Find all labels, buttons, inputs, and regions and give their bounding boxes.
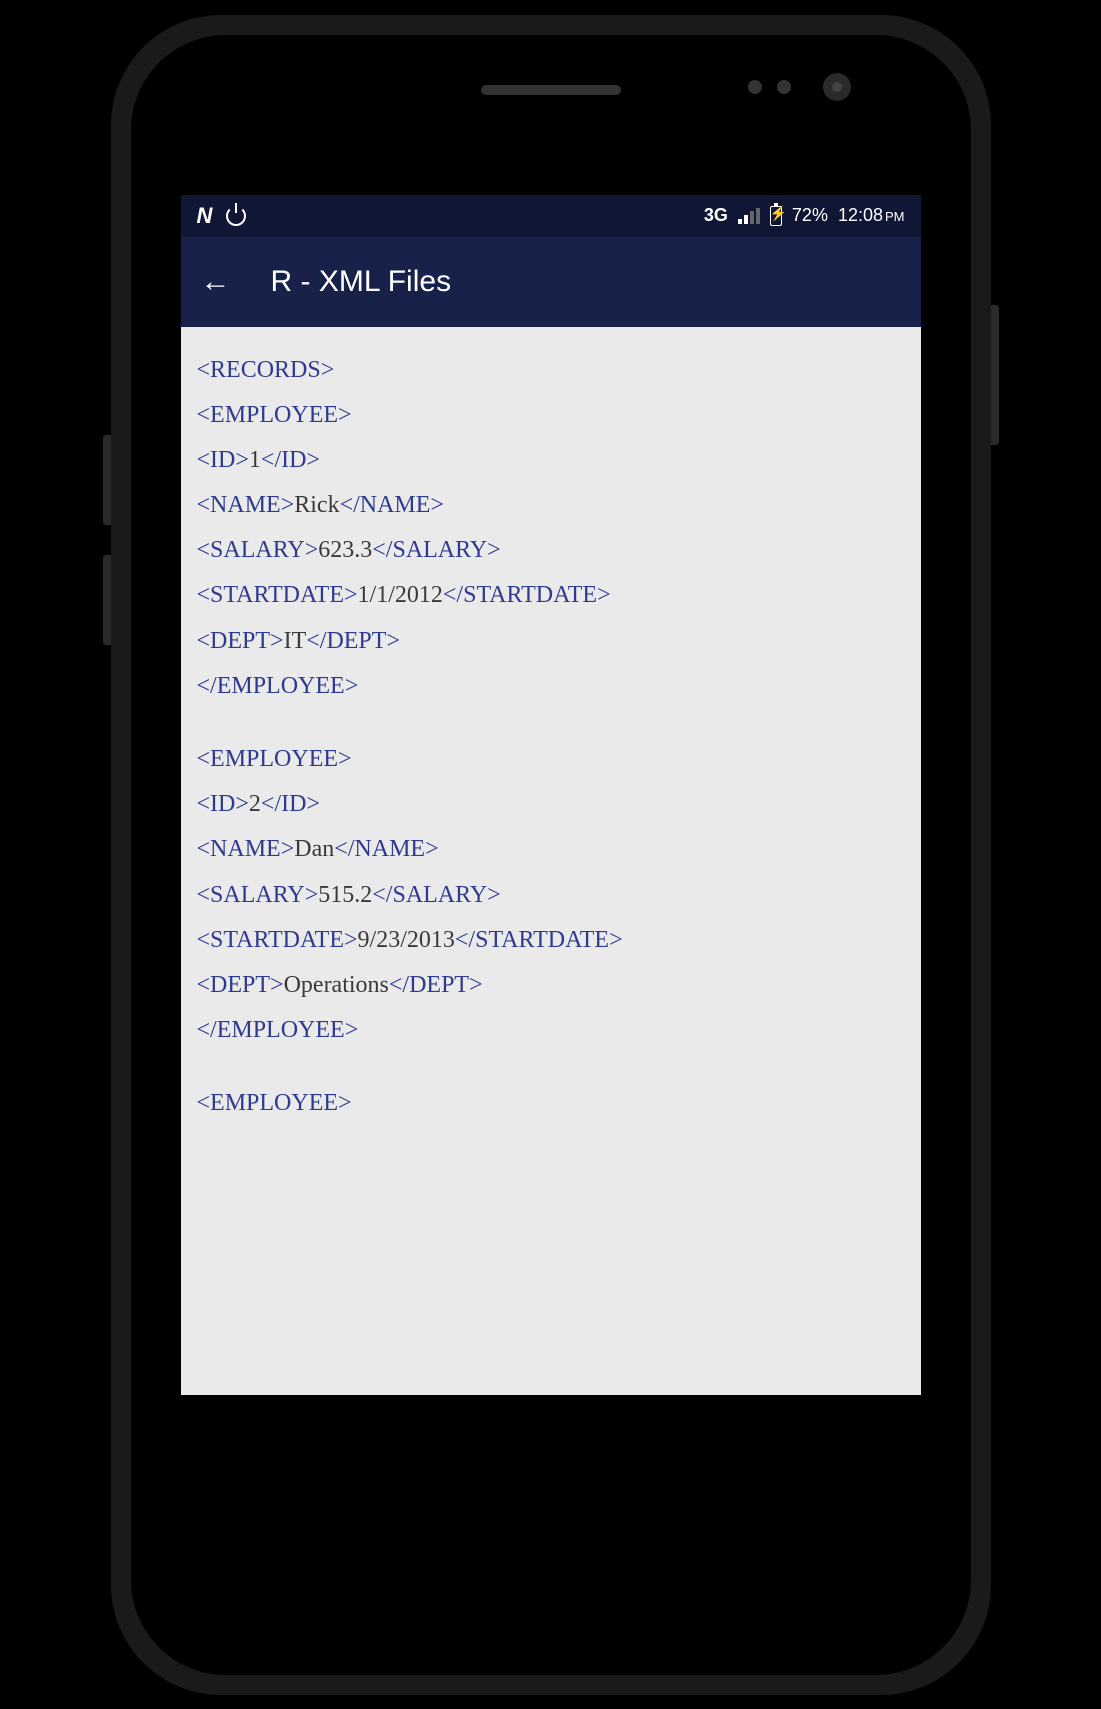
page-title: R - XML Files bbox=[271, 265, 452, 299]
employee-close-tag: </EMPLOYEE> bbox=[197, 1015, 905, 1046]
dept-line: <DEPT>IT</DEPT> bbox=[197, 626, 905, 657]
battery-percentage: 72% bbox=[792, 205, 828, 226]
signal-icon bbox=[738, 208, 760, 224]
employee-open-tag: <EMPLOYEE> bbox=[197, 400, 905, 431]
android-n-icon: N bbox=[197, 203, 213, 229]
power-icon bbox=[226, 206, 246, 226]
content-area[interactable]: <RECORDS> <EMPLOYEE> <ID>1</ID> <NAME>Ri… bbox=[181, 327, 921, 1395]
phone-bezel: N 3G 72% 12:08PM bbox=[131, 35, 971, 1675]
back-arrow-icon[interactable]: ← bbox=[201, 265, 231, 299]
battery-charging-icon bbox=[770, 206, 782, 226]
salary-line: <SALARY>623.3</SALARY> bbox=[197, 535, 905, 566]
speaker-grille bbox=[481, 85, 621, 95]
volume-up-button[interactable] bbox=[103, 435, 111, 525]
clock-time: 12:08PM bbox=[838, 205, 905, 226]
status-bar[interactable]: N 3G 72% 12:08PM bbox=[181, 195, 921, 237]
power-button[interactable] bbox=[991, 305, 999, 445]
xml-display: <RECORDS> <EMPLOYEE> <ID>1</ID> <NAME>Ri… bbox=[193, 335, 909, 1140]
light-sensor bbox=[777, 80, 791, 94]
network-type-label: 3G bbox=[704, 205, 728, 226]
employee-close-tag: </EMPLOYEE> bbox=[197, 671, 905, 702]
status-right: 3G 72% 12:08PM bbox=[704, 205, 905, 226]
salary-line: <SALARY>515.2</SALARY> bbox=[197, 880, 905, 911]
front-camera bbox=[823, 73, 851, 101]
status-left: N bbox=[197, 203, 247, 229]
employee-open-tag: <EMPLOYEE> bbox=[197, 744, 905, 775]
sensor-cluster bbox=[748, 80, 791, 94]
id-line: <ID>1</ID> bbox=[197, 445, 905, 476]
records-open-tag: <RECORDS> bbox=[197, 355, 905, 386]
dept-line: <DEPT>Operations</DEPT> bbox=[197, 970, 905, 1001]
startdate-line: <STARTDATE>1/1/2012</STARTDATE> bbox=[197, 580, 905, 611]
phone-frame: N 3G 72% 12:08PM bbox=[111, 15, 991, 1695]
proximity-sensor bbox=[748, 80, 762, 94]
screen: N 3G 72% 12:08PM bbox=[181, 195, 921, 1395]
name-line: <NAME>Rick</NAME> bbox=[197, 490, 905, 521]
employee-open-tag: <EMPLOYEE> bbox=[197, 1088, 905, 1119]
startdate-line: <STARTDATE>9/23/2013</STARTDATE> bbox=[197, 925, 905, 956]
id-line: <ID>2</ID> bbox=[197, 789, 905, 820]
app-bar: ← R - XML Files bbox=[181, 237, 921, 327]
name-line: <NAME>Dan</NAME> bbox=[197, 834, 905, 865]
volume-down-button[interactable] bbox=[103, 555, 111, 645]
